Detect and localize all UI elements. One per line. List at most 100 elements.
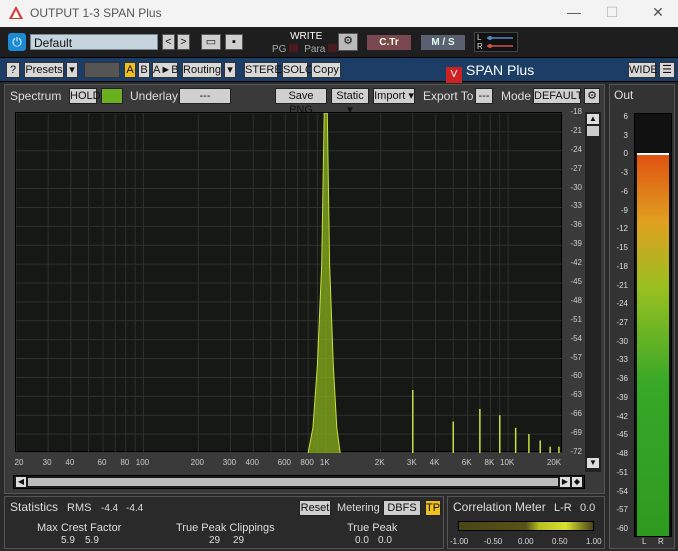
- close-button[interactable]: ✕: [648, 4, 668, 21]
- underlay-dropdown[interactable]: ---: [179, 88, 231, 104]
- l-channel-label: L: [477, 33, 482, 42]
- hold-led[interactable]: [101, 88, 123, 104]
- maximize-button[interactable]: ☐: [602, 4, 622, 21]
- output-scale-label: -54: [616, 486, 628, 496]
- next-preset-button[interactable]: >: [177, 34, 190, 50]
- freq-tick-label: 4K: [429, 458, 440, 467]
- freq-tick-label: 30: [42, 458, 52, 467]
- spectrum-chart: [16, 113, 563, 453]
- db-tick-label: -72: [570, 447, 582, 456]
- routing-button[interactable]: Routing: [182, 62, 222, 78]
- db-tick-label: -45: [570, 277, 582, 286]
- mode-dropdown[interactable]: DEFAULT: [533, 88, 583, 104]
- pg-label: PG: [272, 44, 287, 55]
- output-panel: Out 6 3 0 -3 -6 -9 -12 -15 -18 -21 -24 -27 -30 -33 -36…: [609, 84, 675, 549]
- presets-dropdown-button[interactable]: ▾: [66, 62, 78, 78]
- output-scale-label: 3: [623, 130, 628, 140]
- horizontal-scrollbar[interactable]: ◀ ▶ ◆: [13, 475, 585, 489]
- a-to-b-button[interactable]: A►B: [152, 62, 179, 78]
- title-bar: OUTPUT 1-3 SPAN Plus — ☐ ✕: [0, 0, 678, 27]
- output-scale-label: -39: [616, 392, 628, 402]
- static-dropdown[interactable]: Static ▾: [331, 88, 369, 116]
- clip-l-value: 29: [209, 535, 221, 546]
- mode-label: Mode: [501, 89, 532, 103]
- pg-led[interactable]: [289, 44, 299, 52]
- rms-r-value: -4.4: [126, 503, 144, 514]
- rms-l-value: -4.4: [101, 503, 119, 514]
- output-scale-label: -3: [620, 168, 628, 178]
- export-dropdown[interactable]: ---: [475, 88, 493, 104]
- tp-l-value: 0.0: [355, 535, 369, 546]
- second-toolbar: ? Presets ▾ A B A►B Routing ▾ STEREO SOL…: [0, 58, 678, 83]
- para-led[interactable]: [328, 44, 338, 52]
- spectrum-plot[interactable]: [15, 112, 563, 453]
- output-scale-label: -33: [616, 355, 628, 365]
- settings-gear-icon[interactable]: ⚙: [338, 33, 358, 51]
- power-icon[interactable]: ⏻: [8, 33, 26, 51]
- correlation-tick-label: -1.00: [450, 537, 469, 546]
- routing-lines-icon: [487, 36, 513, 48]
- output-scale-label: -36: [616, 374, 628, 384]
- freq-tick-label: 100: [135, 458, 150, 467]
- spectrum-panel: Spectrum HOLD Underlay --- Save PNG Stat…: [4, 84, 605, 494]
- scroll-up-icon[interactable]: ▲: [587, 114, 599, 124]
- channel-routing-indicator[interactable]: L R: [474, 32, 518, 52]
- slot-display[interactable]: [84, 62, 120, 78]
- reset-button[interactable]: Reset: [299, 500, 331, 516]
- save-icon[interactable]: ▪: [225, 34, 243, 50]
- output-label: Out: [614, 88, 634, 102]
- preset-name-field[interactable]: Default: [30, 34, 158, 50]
- copy-button[interactable]: Copy: [311, 62, 341, 78]
- output-scale-label: -27: [616, 318, 628, 327]
- output-scale-label: 6: [623, 112, 628, 121]
- scroll-left-icon[interactable]: ◀: [16, 477, 26, 487]
- freq-tick-label: 3K: [406, 458, 417, 467]
- prev-preset-button[interactable]: <: [162, 34, 175, 50]
- spectrum-header: Spectrum HOLD Underlay --- Save PNG Stat…: [5, 85, 606, 116]
- spectrum-label: Spectrum: [10, 89, 62, 103]
- metering-dropdown[interactable]: DBFS: [383, 500, 421, 516]
- vertical-scrollbar[interactable]: ▲ ▼: [585, 112, 601, 472]
- correlation-panel: Correlation Meter L-R 0.0 -1.00 -0.50 0.00…: [447, 496, 605, 549]
- brand-logo-icon: V: [446, 67, 462, 83]
- peak-marker: [637, 153, 669, 156]
- freq-tick-label: 200: [190, 458, 205, 467]
- r-channel-label: R: [477, 42, 483, 51]
- help-button[interactable]: ?: [6, 62, 20, 78]
- db-tick-label: -21: [570, 125, 582, 135]
- import-dropdown[interactable]: Import ▾: [373, 88, 415, 104]
- hscroll-handle[interactable]: [28, 478, 558, 486]
- tp-button[interactable]: TP: [425, 500, 441, 516]
- write-group: WRITE PG Para: [272, 31, 340, 55]
- menu-icon[interactable]: ☰: [659, 62, 675, 78]
- stereo-button[interactable]: STEREO: [244, 62, 290, 78]
- presets-button[interactable]: Presets: [24, 62, 64, 78]
- scroll-center-icon[interactable]: ◆: [572, 477, 582, 487]
- save-png-button[interactable]: Save PNG: [275, 88, 327, 116]
- window-title: OUTPUT 1-3 SPAN Plus: [30, 6, 162, 20]
- solo-button[interactable]: SOLO: [282, 62, 314, 78]
- export-to-label: Export To: [423, 89, 474, 103]
- db-tick-label: -30: [570, 182, 582, 192]
- correlation-meter: [458, 521, 594, 531]
- ctr-button[interactable]: C.Tr: [367, 35, 411, 50]
- spectrum-settings-icon[interactable]: ⚙: [584, 88, 600, 104]
- output-l-label: L: [642, 537, 647, 546]
- scroll-right-icon[interactable]: ▶: [560, 477, 570, 487]
- db-tick-label: -18: [570, 107, 582, 116]
- scroll-down-icon[interactable]: ▼: [587, 458, 599, 468]
- statistics-panel: Statistics RMS -4.4 -4.4 Reset Metering …: [4, 496, 444, 549]
- routing-dropdown-button[interactable]: ▾: [224, 62, 236, 78]
- open-folder-icon[interactable]: ▭: [201, 34, 221, 50]
- freq-tick-label: 10K: [499, 458, 515, 467]
- ms-button[interactable]: M / S: [421, 35, 465, 50]
- hold-button[interactable]: HOLD: [69, 88, 101, 104]
- slot-b-button[interactable]: B: [138, 62, 150, 78]
- wide-button[interactable]: WIDE: [628, 62, 658, 78]
- output-r-label: R: [658, 537, 664, 546]
- minimize-button[interactable]: —: [564, 4, 584, 20]
- scroll-handle[interactable]: [587, 126, 599, 136]
- metering-label: Metering: [337, 502, 380, 514]
- slot-a-button[interactable]: A: [124, 62, 136, 78]
- freq-tick-label: 2K: [374, 458, 385, 467]
